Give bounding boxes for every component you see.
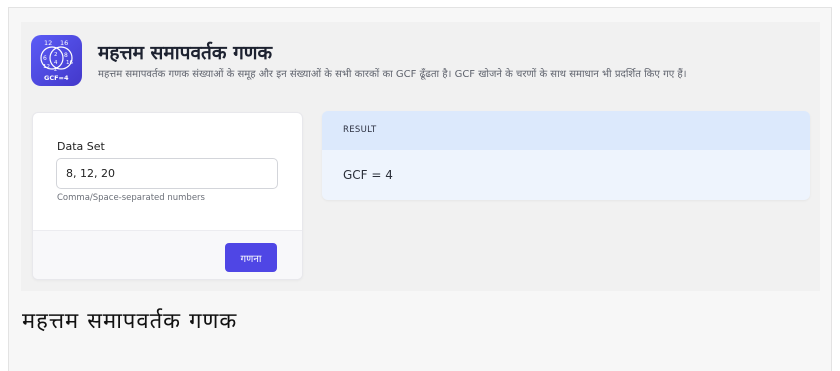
logo-number: 16	[66, 60, 73, 66]
dataset-label: Data Set	[57, 140, 105, 153]
logo-number: 12	[44, 39, 52, 47]
result-label: RESULT	[343, 125, 377, 135]
footer-heading: महत्तम समापवर्तक गणक	[22, 309, 238, 334]
input-card: Data Set Comma/Space-separated numbers ग…	[32, 112, 303, 280]
result-card: RESULT GCF = 4	[322, 111, 810, 200]
calculator-logo: 12 16 6 2 8 4 16 12 2 GCF=4	[31, 35, 82, 86]
input-card-footer: गणना	[33, 230, 302, 279]
logo-number: 12	[43, 64, 50, 70]
calculator-header: 12 16 6 2 8 4 16 12 2 GCF=4 महत्तम समापव…	[31, 35, 821, 95]
logo-number: 6	[43, 55, 47, 62]
dataset-input[interactable]	[56, 158, 278, 189]
logo-number: 16	[60, 39, 68, 47]
calculate-button[interactable]: गणना	[225, 243, 277, 272]
logo-number: 8	[64, 52, 68, 59]
page-title: महत्तम समापवर्तक गणक	[98, 42, 273, 64]
logo-number: 2	[54, 67, 57, 73]
logo-number: 4	[54, 60, 58, 66]
page-subtitle: महत्तम समापवर्तक गणक संख्याओं के समूह और…	[98, 69, 687, 80]
dataset-hint: Comma/Space-separated numbers	[57, 193, 205, 203]
logo-caption: GCF=4	[44, 74, 69, 82]
logo-number: 2	[54, 52, 58, 58]
venn-diagram-icon: 12 16 6 2 8 4 16 12 2 GCF=4	[40, 39, 73, 82]
result-value: GCF = 4	[343, 168, 393, 182]
result-header: RESULT	[322, 111, 810, 150]
